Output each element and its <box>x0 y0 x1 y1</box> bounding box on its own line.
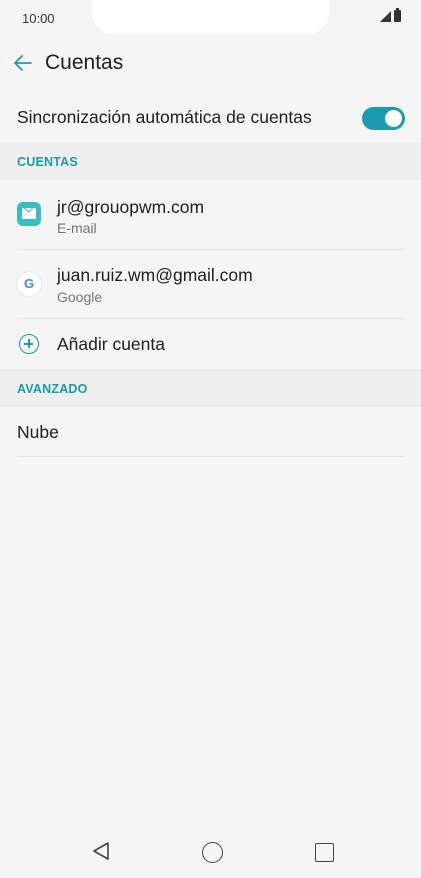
auto-sync-toggle[interactable] <box>362 107 405 130</box>
nav-home-icon[interactable] <box>202 842 223 863</box>
account-title: juan.ruiz.wm@gmail.com <box>57 265 253 285</box>
system-nav-bar <box>0 828 421 878</box>
status-icons <box>380 8 401 22</box>
nav-recents-icon[interactable] <box>315 843 334 862</box>
page-title: Cuentas <box>45 51 124 74</box>
plus-icon <box>19 334 39 354</box>
section-label-accounts: CUENTAS <box>17 155 78 169</box>
auto-sync-label: Sincronización automática de cuentas <box>17 107 312 127</box>
email-icon <box>17 202 41 226</box>
cloud-label: Nube <box>17 422 59 442</box>
nav-back-icon[interactable] <box>90 840 112 862</box>
section-label-advanced: AVANZADO <box>17 382 88 396</box>
back-arrow-icon[interactable] <box>10 50 36 76</box>
account-item-email[interactable]: jr@grouopwm.com E-mail <box>0 180 421 249</box>
section-header-accounts: CUENTAS <box>0 142 421 180</box>
status-bar: 10:00 <box>0 0 421 36</box>
google-icon: G <box>17 272 41 296</box>
account-title: jr@grouopwm.com <box>57 197 205 217</box>
cloud-item[interactable]: Nube <box>0 407 421 456</box>
app-bar: Cuentas <box>0 36 421 92</box>
account-item-google[interactable]: G juan.ruiz.wm@gmail.com Google <box>0 250 421 319</box>
auto-sync-row[interactable]: Sincronización automática de cuentas <box>0 96 421 140</box>
account-subtitle: E-mail <box>57 220 97 236</box>
status-time: 10:00 <box>22 11 55 26</box>
account-subtitle: Google <box>57 289 103 305</box>
add-account-item[interactable]: Añadir cuenta <box>0 319 421 369</box>
battery-icon <box>394 8 401 22</box>
display-notch <box>92 0 329 34</box>
add-account-label: Añadir cuenta <box>57 334 165 354</box>
toggle-knob <box>385 110 402 127</box>
signal-icon <box>380 10 391 22</box>
section-header-advanced: AVANZADO <box>0 369 421 407</box>
divider <box>17 456 405 457</box>
